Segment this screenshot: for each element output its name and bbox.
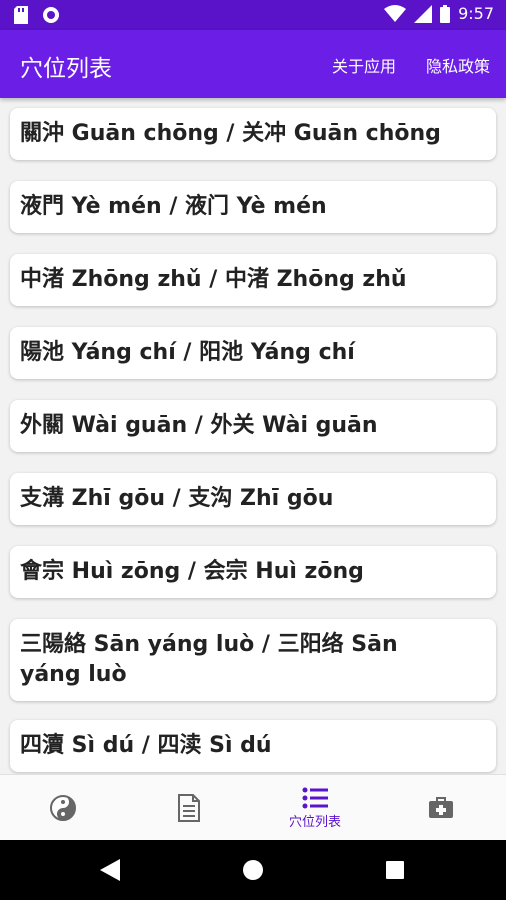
nav-label: 穴位列表 — [288, 814, 341, 830]
page-title: 穴位列表 — [20, 56, 112, 82]
system-navigation-bar — [0, 840, 506, 900]
home-icon[interactable] — [242, 859, 264, 881]
signal-icon — [414, 4, 433, 23]
privacy-policy-button[interactable]: 隐私政策 — [426, 53, 490, 77]
bottom-navigation: 穴位列表 — [0, 774, 506, 840]
notification-dot-icon — [43, 7, 59, 23]
list-item[interactable]: 陽池 Yáng chí / 阳池 Yáng chí — [10, 327, 496, 379]
nav-item-acupoint-list[interactable]: 穴位列表 — [252, 775, 378, 841]
list-item[interactable]: 會宗 Huì zōng / 会宗 Huì zōng — [10, 546, 496, 598]
item-text-continued: yáng luò — [20, 662, 127, 687]
item-text: 關沖 Guān chōng / 关冲 Guān chōng — [20, 121, 441, 146]
item-text: 中渚 Zhōng zhǔ / 中渚 Zhōng zhǔ — [20, 267, 407, 292]
nav-item-yin-yang[interactable] — [0, 775, 126, 841]
status-time: 9:57 — [458, 4, 494, 23]
list-item[interactable]: 四瀆 Sì dú / 四渎 Sì dú — [10, 720, 496, 772]
wifi-icon — [384, 4, 407, 22]
list-item[interactable]: 中渚 Zhōng zhǔ / 中渚 Zhōng zhǔ — [10, 254, 496, 306]
back-icon[interactable] — [100, 859, 120, 881]
list-item[interactable]: 關沖 Guān chōng / 关冲 Guān chōng — [10, 108, 496, 160]
item-text: 外關 Wài guān / 外关 Wài guān — [20, 413, 378, 438]
medical-kit-icon — [429, 797, 453, 818]
sd-card-icon — [14, 6, 28, 24]
battery-icon — [440, 4, 451, 23]
item-text: 四瀆 Sì dú / 四渎 Sì dú — [20, 733, 272, 758]
status-bar: 9:57 — [0, 0, 506, 30]
nav-item-document[interactable] — [126, 775, 252, 841]
item-text: 陽池 Yáng chí / 阳池 Yáng chí — [20, 340, 355, 365]
nav-item-medical-kit[interactable] — [378, 775, 504, 841]
document-icon — [178, 794, 200, 822]
list-item[interactable]: 外關 Wài guān / 外关 Wài guān — [10, 400, 496, 452]
list-icon — [302, 787, 328, 808]
list-item[interactable]: 三陽絡 Sān yáng luò / 三阳络 Sān yáng luò — [10, 619, 496, 701]
item-text: 液門 Yè mén / 液门 Yè mén — [20, 194, 327, 219]
item-text: 支溝 Zhī gōu / 支沟 Zhī gōu — [20, 486, 334, 511]
app-bar: 穴位列表 关于应用 隐私政策 — [0, 30, 506, 98]
recent-apps-icon[interactable] — [386, 861, 404, 879]
list-item[interactable]: 支溝 Zhī gōu / 支沟 Zhī gōu — [10, 473, 496, 525]
yin-yang-icon — [50, 795, 76, 821]
about-app-button[interactable]: 关于应用 — [332, 53, 396, 77]
acupoint-list[interactable]: 關沖 Guān chōng / 关冲 Guān chōng 液門 Yè mén … — [0, 98, 506, 774]
item-text: 三陽絡 Sān yáng luò / 三阳络 Sān — [20, 632, 398, 657]
list-item[interactable]: 液門 Yè mén / 液门 Yè mén — [10, 181, 496, 233]
item-text: 會宗 Huì zōng / 会宗 Huì zōng — [20, 559, 364, 584]
